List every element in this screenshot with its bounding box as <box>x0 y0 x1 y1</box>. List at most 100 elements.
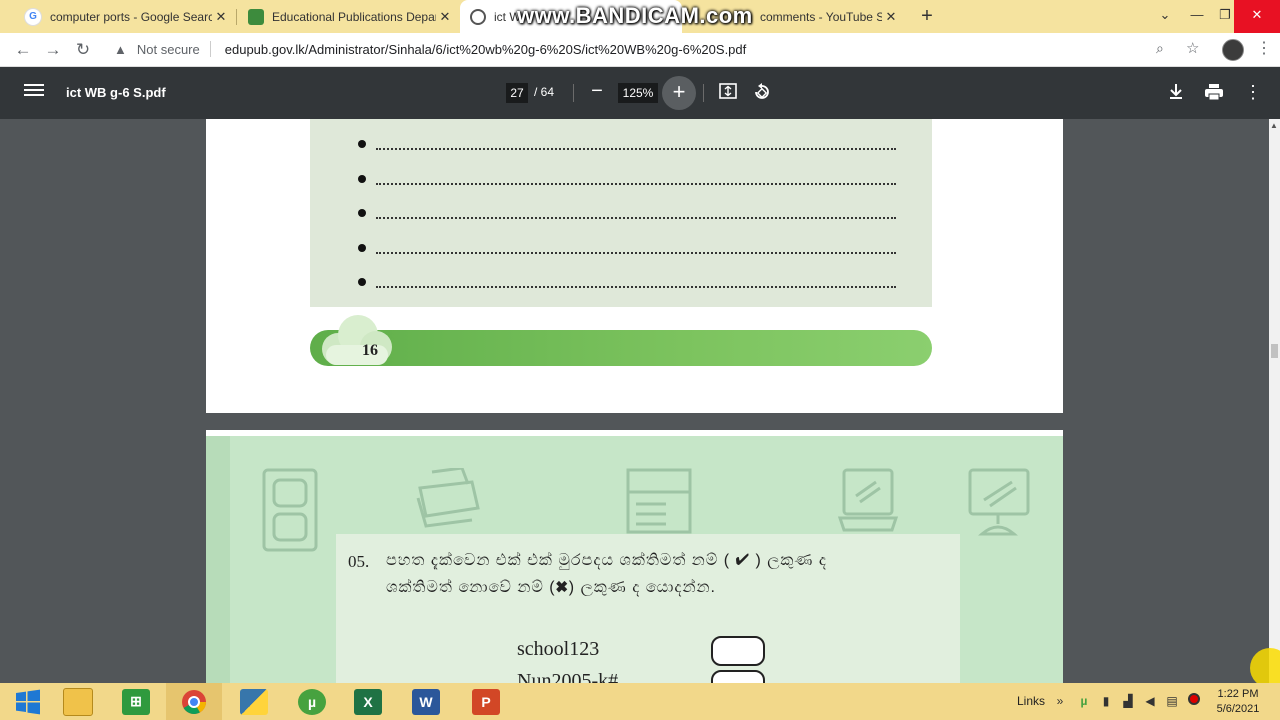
toolbar-divider <box>703 84 704 102</box>
rotate-icon[interactable] <box>752 82 772 102</box>
question-text-line2: ශක්තිමත් නොවේ නම් (✖) ලකුණ ද යොදන්න. <box>386 579 716 596</box>
back-icon[interactable]: ← <box>12 39 34 61</box>
url-divider <box>209 41 211 57</box>
address-bar[interactable]: ▲ Not secure edupub.gov.lk/Administrator… <box>104 35 1214 63</box>
tab-title: comments - YouTube St <box>760 9 882 24</box>
tab-edupub[interactable]: Educational Publications Departm ✕ <box>238 0 460 33</box>
minimize-icon[interactable]: — <box>1182 0 1212 33</box>
action-center-icon[interactable]: ▤ <box>1164 693 1180 709</box>
chrome-icon <box>182 689 206 714</box>
battery-icon[interactable]: ▮ <box>1098 693 1114 709</box>
taskbar-word[interactable]: W <box>398 683 454 720</box>
tab-google-search[interactable]: G computer ports - Google Search ✕ <box>14 0 236 33</box>
print-icon[interactable] <box>1203 82 1225 102</box>
profile-avatar[interactable] <box>1222 39 1244 61</box>
blank-bullet-line <box>358 171 898 189</box>
links-toolbar-label[interactable]: Links <box>1017 694 1045 708</box>
close-tab-icon[interactable]: ✕ <box>436 9 454 25</box>
tab-title: computer ports - Google Search <box>50 9 212 24</box>
tab-separator <box>236 9 237 25</box>
pdf-title: ict WB g-6 S.pdf <box>66 85 166 100</box>
page-side-strip <box>206 436 230 683</box>
start-button[interactable] <box>0 683 56 720</box>
taskbar-utorrent[interactable]: µ <box>284 683 340 720</box>
system-clock[interactable]: 1:22 PM 5/6/2021 <box>1208 687 1268 717</box>
utorrent-icon: µ <box>298 688 326 715</box>
tab-title: Educational Publications Departm <box>272 9 436 24</box>
zoom-out-button[interactable]: − <box>587 80 607 102</box>
answer-box <box>711 670 765 683</box>
zoom-icon[interactable]: ⌕ <box>1156 40 1164 57</box>
taskbar-powerpoint[interactable]: P <box>458 683 514 720</box>
sidebar-menu-icon[interactable] <box>24 81 44 101</box>
laptop-icon <box>838 468 898 532</box>
close-window-icon[interactable]: ✕ <box>1234 0 1280 33</box>
url-text: edupub.gov.lk/Administrator/Sinhala/6/ic… <box>224 41 747 57</box>
utorrent-tray-icon[interactable]: µ <box>1076 693 1092 709</box>
folder-icon <box>63 687 93 716</box>
zoom-in-button[interactable]: + <box>662 76 696 110</box>
question-number: 05. <box>348 552 370 571</box>
pdf-page-17: 05. පහත දැක්වෙන එක් එක් මුරපදය ශක්තිමත් … <box>206 430 1063 683</box>
tray-expand-icon[interactable]: » <box>1052 693 1068 709</box>
vertical-scrollbar[interactable]: ▲ <box>1269 119 1280 683</box>
record-icon[interactable] <box>1186 693 1202 709</box>
store-icon: ⊞ <box>122 688 150 715</box>
bullet-list-box <box>310 119 932 307</box>
close-tab-icon[interactable]: ✕ <box>212 9 230 25</box>
monitor-icon <box>968 468 1030 536</box>
toolbar-divider <box>573 84 574 102</box>
pdf-viewport[interactable]: 16 05. පහත දැක්වෙන එක් එක් මුරපදය ශක්තිම… <box>0 119 1269 683</box>
password-item: school123 <box>517 638 600 660</box>
python-icon <box>240 688 268 715</box>
tab-search-icon[interactable]: ⌄ <box>1150 0 1180 33</box>
blank-bullet-line <box>358 274 898 292</box>
taskbar-chrome[interactable] <box>166 683 222 720</box>
taskbar-python[interactable] <box>226 683 282 720</box>
volume-icon[interactable]: ◀ <box>1142 693 1158 709</box>
reload-icon[interactable]: ↻ <box>72 39 94 61</box>
answer-box <box>711 636 765 666</box>
taskbar-file-explorer[interactable] <box>50 683 106 720</box>
browser-toolbar: ← → ↻ ▲ Not secure edupub.gov.lk/Adminis… <box>0 33 1280 67</box>
question-box: 05. පහත දැක්වෙන එක් එක් මුරපදය ශක්තිමත් … <box>336 534 960 683</box>
bandicam-watermark: www.BANDICAM.com <box>517 3 753 28</box>
network-icon[interactable]: ▟ <box>1120 693 1136 709</box>
cloud-icon <box>322 315 392 365</box>
pdf-page-16: 16 <box>206 119 1063 413</box>
blank-bullet-line <box>358 240 898 258</box>
taskbar-store[interactable]: ⊞ <box>108 683 164 720</box>
pdf-toolbar: ict WB g-6 S.pdf 27 / 64 − 125% + ⋮ <box>0 67 1280 119</box>
taskbar-excel[interactable]: X <box>340 683 396 720</box>
download-icon[interactable] <box>1166 82 1186 102</box>
zoom-level-input[interactable]: 125% <box>618 83 658 103</box>
tab-strip: G computer ports - Google Search ✕ Educa… <box>0 0 1280 33</box>
page-number-badge: 16 <box>362 342 378 359</box>
fit-to-page-icon[interactable] <box>719 83 737 99</box>
footer-green-banner <box>310 330 932 366</box>
printer-icon <box>626 468 692 534</box>
warning-icon: ▲ <box>114 41 127 57</box>
edupub-icon <box>248 8 264 25</box>
new-tab-button[interactable]: + <box>915 5 939 29</box>
clock-date: 5/6/2021 <box>1216 703 1260 715</box>
bookmark-star-icon[interactable]: ☆ <box>1186 39 1199 57</box>
scrollbar-thumb[interactable] <box>1271 344 1278 358</box>
pdf-more-icon[interactable]: ⋮ <box>1244 82 1262 102</box>
windows-taskbar: ⊞ µ X W P Links » µ ▮ ▟ ◀ ▤ 1:22 PM 5/6/… <box>0 683 1280 720</box>
blank-bullet-line <box>358 205 898 223</box>
powerpoint-icon: P <box>472 688 500 715</box>
windows-logo-icon <box>16 689 40 714</box>
password-item: Nun2005-k# <box>517 670 619 683</box>
page-number-input[interactable]: 27 <box>506 83 528 103</box>
not-secure-label: Not secure <box>136 41 200 57</box>
scroll-up-arrow-icon[interactable]: ▲ <box>1270 121 1278 130</box>
word-icon: W <box>412 688 440 715</box>
chrome-menu-icon[interactable]: ⋮ <box>1256 38 1272 58</box>
google-g-icon: G <box>24 7 42 26</box>
forward-icon[interactable]: → <box>42 39 64 61</box>
blank-bullet-line <box>358 136 898 154</box>
wall-socket-icon <box>262 468 318 552</box>
clock-time: 1:22 PM <box>1217 688 1259 700</box>
close-tab-icon[interactable]: ✕ <box>882 9 900 25</box>
